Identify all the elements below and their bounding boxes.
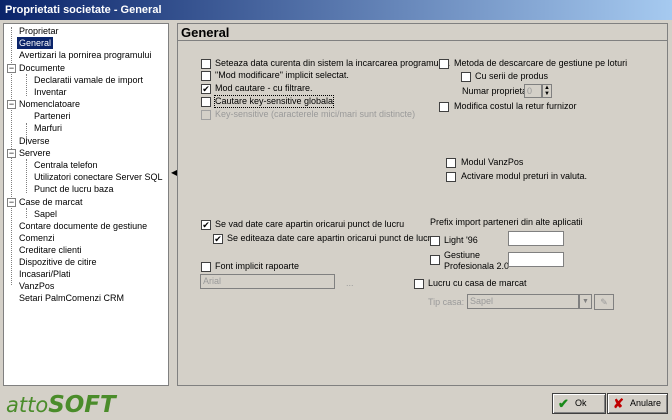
page-title: General bbox=[178, 24, 667, 41]
collapse-icon[interactable]: − bbox=[7, 64, 16, 73]
numar-proprietati-input[interactable]: 0 bbox=[524, 84, 542, 98]
tool-icon[interactable]: ✎ bbox=[594, 294, 614, 310]
font-implicit-checkbox[interactable] bbox=[201, 262, 211, 272]
tree-item-documente[interactable]: Documente bbox=[19, 62, 65, 74]
gestiune-label-line2: Profesionala 2.0 bbox=[444, 261, 510, 271]
mod-cautare-label: Mod cautare - cu filtrare. bbox=[215, 83, 313, 93]
tree-item-dispozitive[interactable]: Dispozitive de citire bbox=[19, 256, 97, 268]
tree-item-vanzpos[interactable]: VanzPos bbox=[19, 280, 54, 292]
se-editeaza-checkbox[interactable]: ✔ bbox=[213, 234, 223, 244]
tree-item-inventar[interactable]: Inventar bbox=[34, 86, 67, 98]
mod-modificare-label: "Mod modificare" implicit selectat. bbox=[215, 70, 349, 80]
general-panel: General Seteaza data curenta din sistem … bbox=[177, 23, 668, 386]
tree-item-general[interactable]: General bbox=[17, 37, 54, 49]
tip-casa-label: Tip casa: bbox=[428, 297, 465, 307]
window-title: Proprietati societate - General bbox=[0, 0, 672, 20]
tree-item-comenzi[interactable]: Comenzi bbox=[19, 232, 55, 244]
lucru-casa-checkbox[interactable] bbox=[414, 279, 424, 289]
modifica-costul-label: Modifica costul la retur furnizor bbox=[454, 101, 577, 111]
cu-serii-checkbox[interactable] bbox=[461, 72, 471, 82]
tree-item-diverse[interactable]: Diverse bbox=[19, 135, 50, 147]
ok-label: Ok bbox=[575, 398, 587, 408]
ok-button[interactable]: ✔ Ok bbox=[552, 393, 606, 414]
check-icon: ✔ bbox=[558, 396, 569, 411]
cancel-label: Anulare bbox=[630, 398, 662, 408]
cu-serii-label: Cu serii de produs bbox=[475, 71, 549, 81]
seteaza-data-label: Seteaza data curenta din sistem la incar… bbox=[215, 58, 451, 68]
font-field[interactable]: Arial bbox=[200, 274, 335, 289]
tree-item-sapel[interactable]: Sapel bbox=[34, 208, 57, 220]
logo-text-atto: atto bbox=[6, 393, 49, 417]
font-browse-button[interactable]: ... bbox=[346, 278, 354, 289]
tree-item-marfuri[interactable]: Marfuri bbox=[34, 122, 62, 134]
settings-tree[interactable]: Proprietar General Avertizari la pornire… bbox=[3, 23, 169, 386]
se-vad-checkbox[interactable]: ✔ bbox=[201, 220, 211, 230]
cancel-button[interactable]: ✘ Anulare bbox=[607, 393, 668, 414]
key-sensitive-checkbox[interactable] bbox=[201, 110, 211, 120]
cautare-key-checkbox[interactable] bbox=[201, 97, 211, 107]
gestiune-checkbox[interactable] bbox=[430, 255, 440, 265]
tree-item-servere[interactable]: Servere bbox=[19, 147, 51, 159]
tree-item-punct-lucru[interactable]: Punct de lucru baza bbox=[34, 183, 114, 195]
chevron-down-icon[interactable]: ▼ bbox=[579, 294, 592, 309]
tree-item-utilizatori[interactable]: Utilizatori conectare Server SQL bbox=[34, 171, 163, 183]
gestiune-prefix-input[interactable] bbox=[508, 252, 564, 267]
mod-cautare-checkbox[interactable]: ✔ bbox=[201, 84, 211, 94]
tree-item-contare[interactable]: Contare documente de gestiune bbox=[19, 220, 147, 232]
se-editeaza-label: Se editeaza date care apartin oricarui p… bbox=[227, 233, 436, 243]
collapse-icon[interactable]: − bbox=[7, 149, 16, 158]
metoda-descarcare-checkbox[interactable] bbox=[439, 59, 449, 69]
se-vad-label: Se vad date care apartin oricarui punct … bbox=[215, 219, 405, 229]
tip-casa-select[interactable]: Sapel bbox=[467, 294, 579, 309]
tree-item-palmcomenzi[interactable]: Setari PalmComenzi CRM bbox=[19, 292, 124, 304]
font-implicit-label: Font implicit rapoarte bbox=[215, 261, 300, 271]
tree-item-centrala[interactable]: Centrala telefon bbox=[34, 159, 98, 171]
tree-connector bbox=[26, 159, 27, 193]
logo-text-soft: SOFT bbox=[48, 392, 116, 418]
tree-item-creditare[interactable]: Creditare clienti bbox=[19, 244, 82, 256]
mod-modificare-checkbox[interactable] bbox=[201, 71, 211, 81]
activare-modul-checkbox[interactable] bbox=[446, 172, 456, 182]
tree-item-proprietar[interactable]: Proprietar bbox=[19, 25, 59, 37]
tree-connector bbox=[26, 208, 27, 218]
collapse-icon[interactable]: − bbox=[7, 198, 16, 207]
attosoft-logo: attoSOFT bbox=[6, 392, 116, 418]
spin-arrows-icon[interactable]: ▲ ▼ bbox=[542, 84, 552, 98]
light96-checkbox[interactable] bbox=[430, 236, 440, 246]
seteaza-data-checkbox[interactable] bbox=[201, 59, 211, 69]
tree-item-incasari[interactable]: Incasari/Plati bbox=[19, 268, 71, 280]
cautare-key-label: Cautare key-sensitive globala bbox=[213, 95, 335, 108]
tree-item-case-marcat[interactable]: Case de marcat bbox=[19, 196, 83, 208]
modul-vanzpos-label: Modul VanzPos bbox=[461, 157, 524, 167]
lucru-casa-label: Lucru cu casa de marcat bbox=[428, 278, 527, 288]
tree-connector bbox=[26, 74, 27, 96]
key-sensitive-label: Key-sensitive (caracterele mici/mari sun… bbox=[215, 109, 416, 119]
tree-item-avertizari[interactable]: Avertizari la pornirea programului bbox=[19, 49, 151, 61]
gestiune-label-line1: Gestiune bbox=[444, 250, 481, 260]
activare-modul-label: Activare modul preturi in valuta. bbox=[461, 171, 588, 181]
cross-icon: ✘ bbox=[613, 396, 624, 411]
tree-item-nomenclatoare[interactable]: Nomenclatoare bbox=[19, 98, 80, 110]
modifica-costul-checkbox[interactable] bbox=[439, 102, 449, 112]
prefix-import-title: Prefix import parteneri din alte aplicat… bbox=[430, 217, 583, 227]
panel-splitter[interactable] bbox=[170, 23, 176, 386]
tree-item-parteneri[interactable]: Parteneri bbox=[34, 110, 71, 122]
collapse-icon[interactable]: − bbox=[7, 100, 16, 109]
tree-item-declaratii[interactable]: Declaratii vamale de import bbox=[34, 74, 143, 86]
light96-label: Light '96 bbox=[444, 235, 478, 245]
metoda-descarcare-label: Metoda de descarcare de gestiune pe lotu… bbox=[454, 58, 628, 68]
light96-prefix-input[interactable] bbox=[508, 231, 564, 246]
modul-vanzpos-checkbox[interactable] bbox=[446, 158, 456, 168]
